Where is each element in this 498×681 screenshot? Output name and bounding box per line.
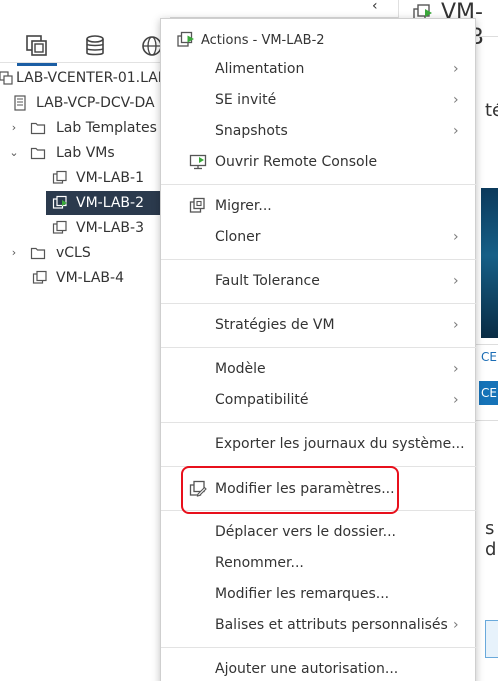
inventory-panel: LAB-VCENTER-01.LAB LAB-VCP-DCV-DA › Lab … [0, 0, 170, 681]
annotation-highlight-box [181, 466, 399, 514]
menu-separator [161, 647, 477, 648]
menu-item-label: Fault Tolerance [215, 273, 320, 289]
tree-item-label: VM-LAB-2 [76, 195, 144, 211]
menu-item-tags-attributes[interactable]: Balises et attributs personnalisés › [161, 610, 477, 640]
submenu-arrow-icon: › [453, 229, 459, 245]
collapse-chevron-icon[interactable]: ‹ [372, 0, 378, 14]
menu-item-label: Ajouter une autorisation... [215, 661, 399, 677]
menu-item-label: Migrer... [215, 198, 272, 214]
menu-separator [161, 422, 477, 423]
info-box [485, 620, 498, 658]
inventory-tabs [0, 28, 170, 66]
vm-icon [32, 270, 47, 284]
tree-item-vcenter[interactable]: LAB-VCENTER-01.LAB [0, 66, 170, 90]
menu-item-guest-os[interactable]: SE invité › [161, 85, 477, 115]
console-preview[interactable] [481, 188, 498, 338]
tab-vms-templates[interactable] [17, 34, 57, 66]
menu-item-label: Modèle [215, 361, 266, 377]
menu-item-fault-tolerance[interactable]: Fault Tolerance › [161, 266, 477, 296]
menu-header: Actions - VM-LAB-2 [161, 19, 475, 59]
folder-icon [30, 122, 46, 135]
tree-item-vm-lab-1[interactable]: VM-LAB-1 [0, 166, 170, 190]
folder-icon [30, 247, 46, 260]
menu-item-rename[interactable]: Renommer... [161, 548, 477, 578]
expand-chevron-icon[interactable]: › [8, 116, 20, 140]
vm-powered-on-icon [177, 31, 194, 47]
tree-item-datacenter[interactable]: LAB-VCP-DCV-DA [0, 91, 170, 115]
menu-item-migrate[interactable]: Migrer... [161, 191, 477, 221]
menu-item-label: Stratégies de VM [215, 317, 335, 333]
menu-item-label: Exporter les journaux du système... [215, 436, 465, 452]
tree-item-label: Lab Templates [56, 120, 157, 136]
tree-item-label: vCLS [56, 245, 91, 261]
submenu-arrow-icon: › [453, 273, 459, 289]
menu-title: Actions - VM-LAB-2 [201, 33, 325, 48]
tabs-divider [0, 62, 170, 63]
menu-item-power[interactable]: Alimentation › [161, 54, 477, 84]
vm-icon [52, 220, 67, 234]
storage-icon [86, 35, 104, 56]
menu-item-vm-policies[interactable]: Stratégies de VM › [161, 310, 477, 340]
menu-item-label: Déplacer vers le dossier... [215, 524, 396, 540]
vm-powered-on-icon [52, 195, 67, 209]
menu-item-label: Ouvrir Remote Console [215, 154, 378, 170]
folder-icon [30, 147, 46, 160]
tree-item-label: VM-LAB-4 [56, 270, 124, 286]
menu-item-label: Alimentation [215, 61, 305, 77]
submenu-arrow-icon: › [453, 123, 459, 139]
menu-item-clone[interactable]: Cloner › [161, 222, 477, 252]
submenu-arrow-icon: › [453, 361, 459, 377]
vm-actions-menu: Actions - VM-LAB-2 Alimentation › SE inv… [160, 18, 477, 681]
menu-separator [161, 184, 477, 185]
section-heading: s d [485, 518, 497, 560]
tree-item-lab-vms[interactable]: ⌄ Lab VMs [0, 141, 170, 165]
menu-item-label: Cloner [215, 229, 261, 245]
menu-item-label: Balises et attributs personnalisés [215, 617, 448, 633]
section-heading: té [485, 100, 498, 121]
tab-storage[interactable] [83, 34, 107, 58]
vms-templates-icon [26, 35, 47, 56]
tree-item-vm-lab-3[interactable]: VM-LAB-3 [0, 216, 170, 240]
remote-console-icon [189, 154, 207, 170]
menu-item-label: Modifier les remarques... [215, 586, 390, 602]
submenu-arrow-icon: › [453, 617, 459, 633]
submenu-arrow-icon: › [453, 92, 459, 108]
submenu-arrow-icon: › [453, 61, 459, 77]
menu-item-remote-console[interactable]: Ouvrir Remote Console [161, 147, 477, 177]
submenu-arrow-icon: › [453, 317, 459, 333]
tree-item-label: LAB-VCP-DCV-DA [36, 95, 155, 111]
tree-item-lab-templates[interactable]: › Lab Templates [0, 116, 170, 140]
menu-item-label: Compatibilité [215, 392, 309, 408]
tree-item-vm-lab-4[interactable]: VM-LAB-4 [0, 266, 170, 290]
menu-item-label: Renommer... [215, 555, 304, 571]
menu-separator [161, 259, 477, 260]
menu-item-label: SE invité [215, 92, 277, 108]
tree-item-vm-lab-2[interactable]: VM-LAB-2 [0, 191, 170, 215]
menu-item-label: Snapshots [215, 123, 288, 139]
tree-item-label: LAB-VCENTER-01.LAB [16, 70, 168, 86]
tree-item-label: VM-LAB-1 [76, 170, 144, 186]
collapse-chevron-icon[interactable]: ⌄ [8, 141, 20, 165]
migrate-icon [189, 197, 205, 213]
menu-separator [161, 347, 477, 348]
menu-item-template[interactable]: Modèle › [161, 354, 477, 384]
menu-separator [161, 303, 477, 304]
tree-item-label: VM-LAB-3 [76, 220, 144, 236]
menu-item-compatibility[interactable]: Compatibilité › [161, 385, 477, 415]
submenu-arrow-icon: › [453, 392, 459, 408]
launch-remote-console-button[interactable]: CER [479, 381, 498, 405]
vcenter-icon [0, 71, 13, 85]
vm-icon [52, 170, 67, 184]
datacenter-icon [14, 95, 26, 111]
menu-item-add-permission[interactable]: Ajouter une autorisation... [161, 654, 477, 681]
expand-chevron-icon[interactable]: › [8, 241, 20, 265]
menu-item-edit-notes[interactable]: Modifier les remarques... [161, 579, 477, 609]
menu-item-move-to-folder[interactable]: Déplacer vers le dossier... [161, 517, 477, 547]
menu-item-snapshots[interactable]: Snapshots › [161, 116, 477, 146]
tree-item-label: Lab VMs [56, 145, 115, 161]
launch-console-link[interactable]: CER [481, 350, 498, 364]
tree-item-vcls[interactable]: › vCLS [0, 241, 170, 265]
menu-item-export-logs[interactable]: Exporter les journaux du système... [161, 429, 477, 459]
